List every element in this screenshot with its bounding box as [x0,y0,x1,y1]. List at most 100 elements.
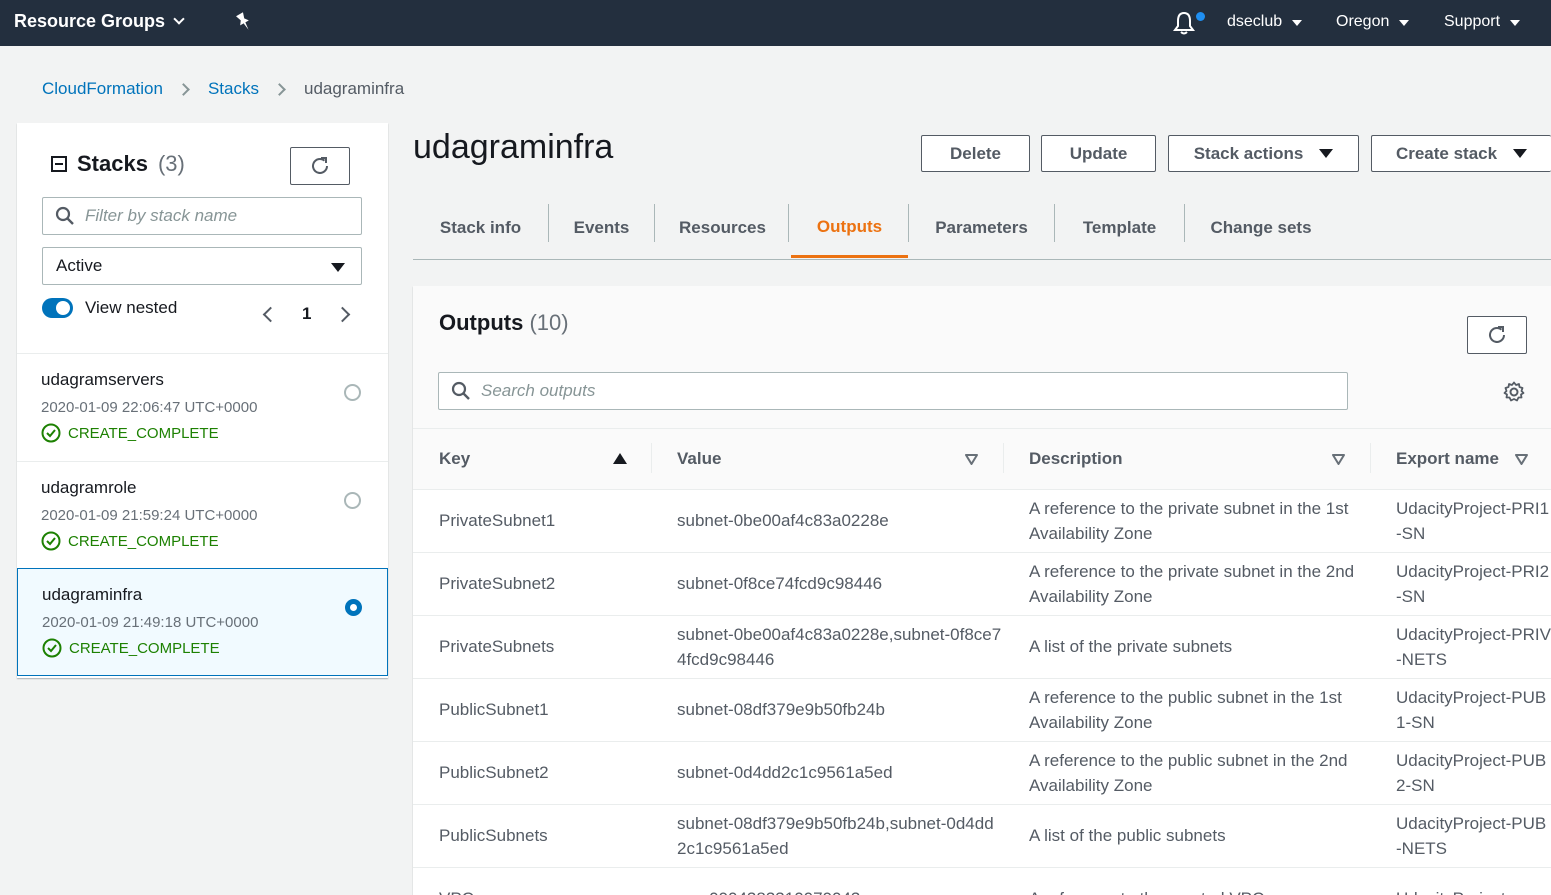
col-header-label: Value [677,448,722,468]
cell-description: A list of the public subnets [1029,826,1226,845]
table-row: PublicSubnets subnet-08df379e9b50fb24b,s… [413,804,1551,867]
status-filter-select[interactable]: Active [42,247,362,285]
stacks-pagination: 1 [262,304,351,324]
tab-events[interactable]: Events [549,198,654,258]
column-divider [1003,443,1004,473]
stack-radio[interactable] [344,492,361,509]
cell-description: A reference to the private subnet in the… [1029,561,1355,606]
region-label: Oregon [1336,13,1390,30]
stack-status: CREATE_COMPLETE [41,423,219,443]
support-menu[interactable]: Support [1444,13,1521,31]
col-header-description[interactable]: Description [1003,429,1370,490]
cell-key: PrivateSubnets [439,637,555,656]
stack-date: 2020-01-09 21:59:24 UTC+0000 [41,507,258,524]
table-row: PrivateSubnet2 subnet-0f8ce74fcd9c98446 … [413,552,1551,615]
cell-export-name: UdacityProject-PUB-NETS [1396,813,1547,858]
cell-description: A reference to the private subnet in the… [1029,498,1349,543]
stacks-panel-title: Stacks (3) [51,151,185,177]
resource-groups-menu[interactable]: Resource Groups [14,11,185,32]
table-header-row: Key Value Description Export name [413,429,1551,490]
refresh-icon [1489,326,1505,343]
stack-radio-selected[interactable] [345,599,362,616]
account-menu[interactable]: dseclub [1227,13,1303,31]
stacks-title: Stacks [77,151,148,176]
filter-stacks-input[interactable] [85,206,346,226]
col-header-key[interactable]: Key [413,429,651,490]
search-outputs [438,372,1348,410]
cell-value: subnet-08df379e9b50fb24b [677,700,885,719]
gear-icon[interactable] [1503,381,1525,403]
tab-outputs[interactable]: Outputs [791,198,908,258]
pin-icon[interactable] [234,11,254,33]
update-button[interactable]: Update [1041,135,1156,172]
delete-button[interactable]: Delete [921,135,1030,172]
cell-export-name: UdacityProject-PRI2-SN [1396,561,1550,606]
tab-template[interactable]: Template [1055,198,1184,258]
caret-down-icon [331,263,345,272]
col-header-export-name[interactable]: Export name [1370,429,1551,490]
stack-list-item-selected[interactable]: udagraminfra 2020-01-09 21:49:18 UTC+000… [17,568,388,676]
cell-value: subnet-08df379e9b50fb24b,subnet-0d4dd2c1… [677,813,994,858]
stack-radio[interactable] [344,384,361,401]
caret-down-icon [1319,149,1334,158]
cell-export-name: UdacityProject-PRIV-NETS [1396,624,1551,669]
column-divider [651,443,652,473]
tab-stack-info[interactable]: Stack info [413,198,548,258]
outputs-panel: Outputs (10) Key [413,286,1551,895]
col-header-value[interactable]: Value [651,429,1003,490]
collapse-icon[interactable] [51,156,67,172]
current-page[interactable]: 1 [302,304,311,324]
chevron-left-icon[interactable] [262,306,279,322]
stack-list-item[interactable]: udagramservers 2020-01-09 22:06:47 UTC+0… [17,353,388,461]
breadcrumb-cloudformation[interactable]: CloudFormation [42,79,163,99]
view-nested-row: View nested [42,298,177,318]
notification-bell-icon[interactable] [1172,10,1196,36]
resource-groups-label: Resource Groups [14,11,166,31]
table-row: PrivateSubnet1 subnet-0be00af4c83a0228e … [413,489,1551,552]
cell-key: PublicSubnet2 [439,763,549,782]
cell-key: PublicSubnets [439,826,548,845]
cell-description: A reference to the public subnet in the … [1029,750,1348,795]
tab-resources[interactable]: Resources [655,198,790,258]
search-outputs-input[interactable] [481,381,1243,401]
cell-value: subnet-0be00af4c83a0228e,subnet-0f8ce74f… [677,624,1002,669]
table-row: PublicSubnet1 subnet-08df379e9b50fb24b A… [413,678,1551,741]
outputs-refresh-button[interactable] [1467,316,1527,354]
table-row: PrivateSubnets subnet-0be00af4c83a0228e,… [413,615,1551,678]
stack-date: 2020-01-09 21:49:18 UTC+0000 [42,614,259,631]
outputs-title-text: Outputs [439,310,524,335]
check-circle-icon [41,531,61,551]
stacks-panel: Stacks (3) Active View nested 1 udagrams… [17,123,388,678]
caret-down-icon [1399,20,1410,26]
caret-down-icon [1513,149,1528,158]
tab-parameters[interactable]: Parameters [909,198,1054,258]
sort-icon [1332,454,1345,465]
chevron-right-icon[interactable] [335,306,351,322]
stacks-refresh-button[interactable] [290,147,350,185]
breadcrumb-stacks[interactable]: Stacks [208,79,259,99]
cell-key: VPC [413,867,651,895]
stack-name: udagramservers [41,370,164,389]
cell-value: subnet-0f8ce74fcd9c98446 [677,574,883,593]
region-menu[interactable]: Oregon [1336,13,1410,31]
stack-name: udagramrole [41,478,137,497]
stack-status: CREATE_COMPLETE [42,638,220,658]
page-title: udagraminfra [413,128,614,166]
outputs-header: Outputs (10) [413,286,1551,429]
cell-key: PrivateSubnet2 [439,574,556,593]
caret-down-icon [1292,20,1303,26]
view-nested-toggle[interactable] [42,298,73,318]
col-header-label: Description [1029,448,1123,468]
stack-status-text: CREATE_COMPLETE [68,532,219,550]
col-header-label: Key [439,448,471,468]
top-nav: Resource Groups dseclub Oregon Support [0,0,1551,46]
create-stack-button[interactable]: Create stack [1371,135,1551,172]
stack-name: udagraminfra [42,585,143,604]
stack-list-item[interactable]: udagramrole 2020-01-09 21:59:24 UTC+0000… [17,461,388,569]
stack-actions-label: Stack actions [1193,143,1304,163]
outputs-count: (10) [529,310,569,335]
cell-export-name: UdacityProject- [1370,867,1551,895]
tab-change-sets[interactable]: Change sets [1185,198,1337,258]
stack-status: CREATE_COMPLETE [41,531,219,551]
stack-actions-button[interactable]: Stack actions [1168,135,1359,172]
